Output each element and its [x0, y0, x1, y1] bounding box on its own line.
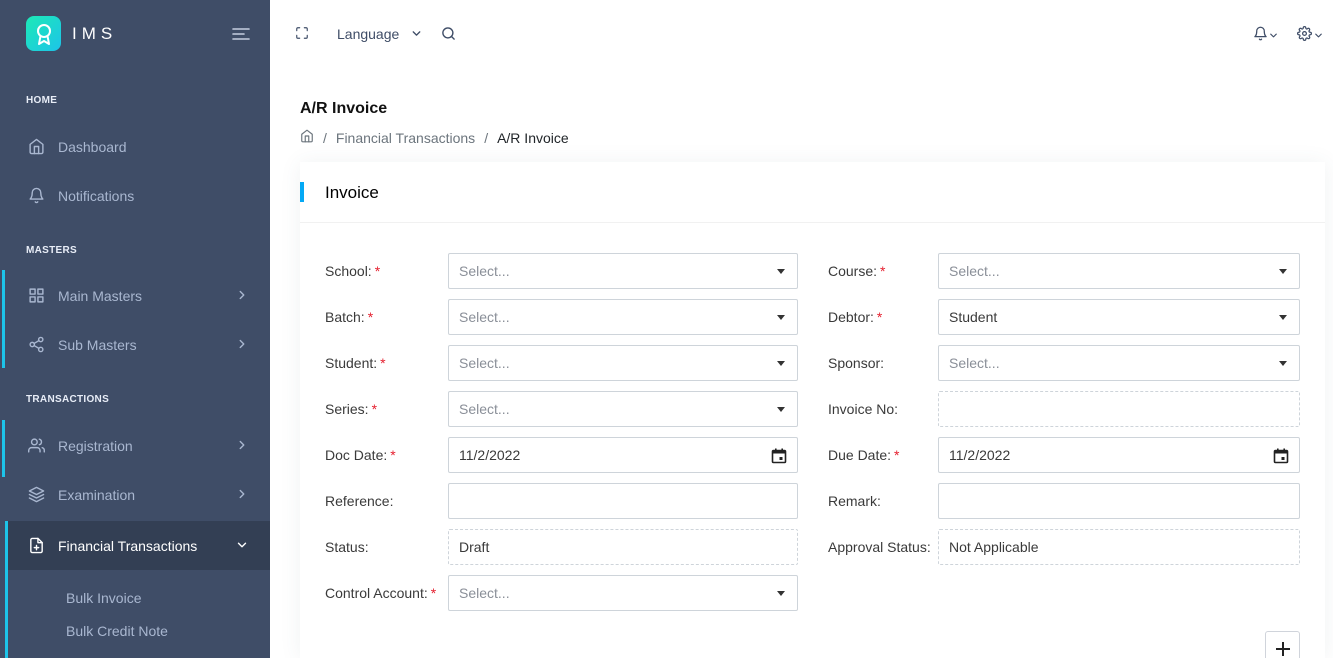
debtor-label: Debtor: * [828, 309, 883, 325]
due-date-input[interactable]: 11/2/2022 [938, 437, 1300, 473]
series-select[interactable]: Select... [448, 391, 798, 427]
search-icon[interactable] [441, 26, 456, 44]
award-logo-icon [26, 16, 61, 51]
chevron-right-icon [235, 337, 249, 351]
sidebar-item-label: Sub Masters [58, 336, 137, 353]
invoice-card: Invoice School: * Select... Course: * Sele… [300, 162, 1325, 658]
plus-icon [1275, 641, 1290, 656]
caret-down-icon [777, 315, 785, 320]
brand[interactable]: IMS [26, 16, 117, 51]
gear-icon[interactable] [1297, 26, 1312, 44]
fullscreen-icon[interactable] [295, 26, 309, 43]
chevron-down-icon[interactable] [1268, 28, 1279, 44]
chevron-down-icon [235, 538, 249, 552]
bell-icon[interactable] [1253, 26, 1268, 44]
section-caption-masters: MASTERS [26, 245, 77, 256]
calendar-icon[interactable] [771, 448, 787, 464]
sidebar-item-label: Registration [58, 437, 133, 454]
course-select[interactable]: Select... [938, 253, 1300, 289]
card-header: Invoice [300, 162, 1325, 223]
caret-down-icon [777, 407, 785, 412]
bell-icon [27, 187, 45, 205]
student-select[interactable]: Select... [448, 345, 798, 381]
caret-down-icon [1279, 361, 1287, 366]
file-plus-icon [27, 537, 45, 555]
breadcrumb-separator: / [484, 129, 489, 146]
sidebar-item-label: Notifications [58, 187, 135, 204]
menu-toggle-icon[interactable] [232, 27, 250, 41]
section-caption-home: HOME [26, 95, 58, 106]
sidebar-subitem-bulk-invoice[interactable]: Bulk Invoice [66, 590, 141, 606]
chevron-right-icon [235, 288, 249, 302]
breadcrumb-link-financial-transactions[interactable]: Financial Transactions [336, 130, 475, 146]
sidebar-item-registration[interactable]: Registration [0, 421, 270, 470]
app-name: IMS [72, 23, 118, 43]
sidebar-item-sub-masters[interactable]: Sub Masters [0, 320, 270, 369]
course-label: Course: * [828, 263, 886, 279]
home-icon[interactable] [300, 129, 314, 146]
sponsor-label: Sponsor: [828, 355, 885, 371]
status-field: Draft [448, 529, 798, 565]
sidebar-item-label: Dashboard [58, 138, 127, 155]
chevron-down-icon[interactable] [1313, 28, 1324, 44]
sidebar-item-label: Examination [58, 486, 136, 503]
chevron-right-icon [235, 438, 249, 452]
sidebar-item-financial-transactions[interactable]: Financial Transactions [8, 521, 270, 570]
users-icon [27, 437, 45, 455]
language-dropdown[interactable]: Language [337, 26, 399, 42]
batch-select[interactable]: Select... [448, 299, 798, 335]
sidebar-item-label: Main Masters [58, 287, 143, 304]
due-date-label: Due Date: * [828, 447, 900, 463]
school-select[interactable]: Select... [448, 253, 798, 289]
doc-date-input[interactable]: 11/2/2022 [448, 437, 798, 473]
status-label: Status: [325, 539, 369, 555]
breadcrumb-current: A/R Invoice [497, 129, 569, 146]
page-title: A/R Invoice [300, 100, 388, 117]
card-title: Invoice [325, 183, 379, 202]
chevron-right-icon [235, 487, 249, 501]
remark-label: Remark: [828, 493, 881, 509]
breadcrumb: / Financial Transactions / A/R Invoice [300, 129, 569, 146]
topbar: Language [270, 0, 1333, 68]
series-label: Series: * [325, 401, 378, 417]
sidebar-item-main-masters[interactable]: Main Masters [0, 271, 270, 320]
chevron-down-icon[interactable] [410, 27, 423, 43]
sidebar-item-label: Financial Transactions [58, 537, 198, 554]
invoice-no-field [938, 391, 1300, 427]
section-caption-transactions: TRANSACTIONS [26, 394, 110, 405]
sidebar-subitem-bulk-credit-note[interactable]: Bulk Credit Note [66, 623, 168, 639]
reference-input[interactable] [448, 483, 798, 519]
doc-date-label: Doc Date: * [325, 447, 396, 463]
approval-status-label: Approval Status: [828, 539, 931, 555]
caret-down-icon [1279, 315, 1287, 320]
debtor-select[interactable]: Student [938, 299, 1300, 335]
student-label: Student: * [325, 355, 386, 371]
sidebar: IMS HOME Dashboard Notifications MASTERS… [0, 0, 270, 658]
sponsor-select[interactable]: Select... [938, 345, 1300, 381]
share-icon [27, 336, 45, 354]
sidebar-item-notifications[interactable]: Notifications [0, 171, 270, 220]
home-icon [27, 138, 45, 156]
caret-down-icon [1279, 269, 1287, 274]
reference-label: Reference: [325, 493, 394, 509]
batch-label: Batch: * [325, 309, 374, 325]
card-header-accent [300, 182, 304, 202]
sidebar-item-dashboard[interactable]: Dashboard [0, 122, 270, 171]
grid-icon [27, 287, 45, 305]
control-account-label: Control Account: * [325, 585, 437, 601]
caret-down-icon [777, 591, 785, 596]
caret-down-icon [777, 269, 785, 274]
add-row-button[interactable] [1265, 631, 1300, 658]
school-label: School: * [325, 263, 381, 279]
control-account-select[interactable]: Select... [448, 575, 798, 611]
layers-icon [27, 486, 45, 504]
caret-down-icon [777, 361, 785, 366]
sidebar-item-examination[interactable]: Examination [0, 470, 270, 519]
remark-input[interactable] [938, 483, 1300, 519]
breadcrumb-separator: / [323, 129, 327, 146]
invoice-no-label: Invoice No: [828, 401, 899, 417]
approval-status-field: Not Applicable [938, 529, 1300, 565]
calendar-icon[interactable] [1273, 448, 1289, 464]
